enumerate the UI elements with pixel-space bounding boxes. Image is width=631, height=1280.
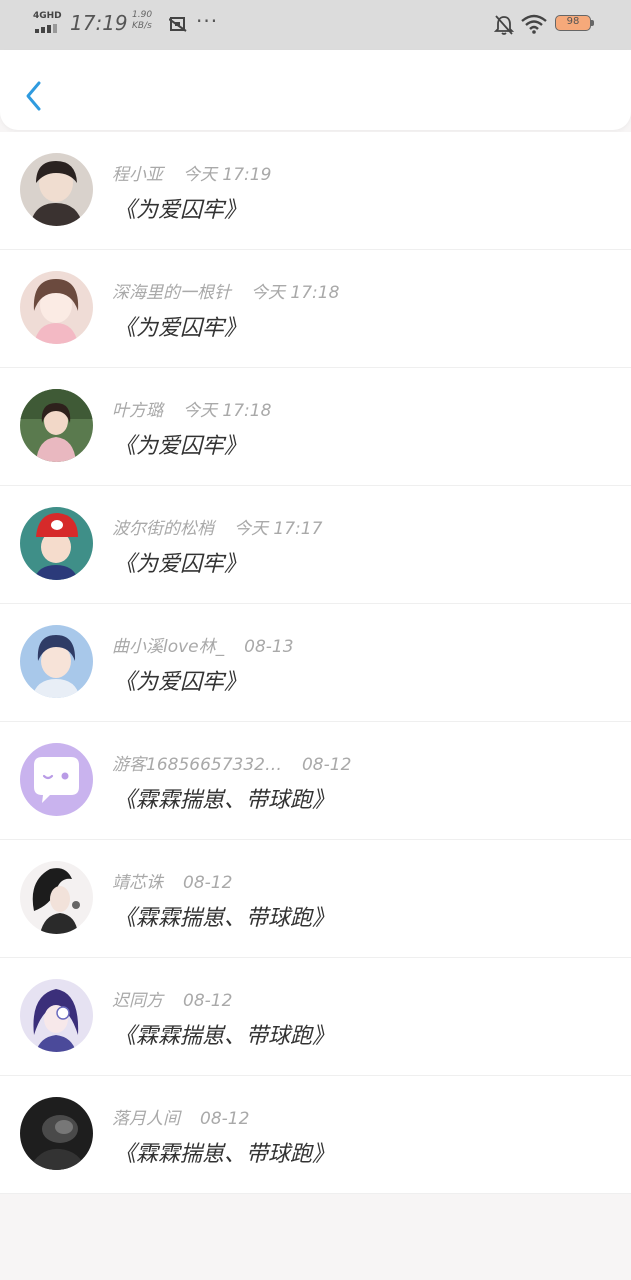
- comment-time: 08-12: [183, 991, 233, 1011]
- list-item[interactable]: 迟同方 08-12 《霖霖揣崽、带球跑》: [0, 958, 631, 1076]
- comment-time: 今天 17:19: [183, 165, 272, 185]
- comment-time: 08-12: [301, 755, 352, 775]
- comment-text: 《为爱囚牢》: [114, 434, 247, 459]
- comment-time: 今天 17:17: [234, 519, 323, 539]
- list-item[interactable]: 游客16856657332… 08-12 《霖霖揣崽、带球跑》: [0, 722, 631, 840]
- comment-time: 今天 17:18: [251, 283, 340, 303]
- comment-username: 波尔街的松梢: [112, 519, 214, 539]
- battery-icon: 98: [555, 15, 595, 33]
- bell-muted-icon: [494, 15, 514, 35]
- clock: 17:19: [70, 11, 128, 35]
- comment-username: 落月人间: [112, 1109, 180, 1129]
- comment-username: 游客16856657332…: [112, 755, 282, 775]
- comment-text: 《霖霖揣崽、带球跑》: [114, 906, 335, 931]
- comment-text: 《霖霖揣崽、带球跑》: [114, 1142, 335, 1167]
- comment-text: 《为爱囚牢》: [114, 198, 247, 223]
- chevron-left-icon: [26, 81, 41, 111]
- status-bar: 4GHD 17:19 1.90 KB/s ··· 98: [0, 0, 631, 50]
- comment-username: 曲小溪love林_: [112, 637, 225, 657]
- comment-username: 深海里的一根针: [112, 283, 231, 303]
- comment-text: 《为爱囚牢》: [114, 552, 247, 577]
- list-item[interactable]: 落月人间 08-12 《霖霖揣崽、带球跑》: [0, 1076, 631, 1194]
- comment-username: 靖芯诛: [112, 873, 163, 893]
- comment-username: 迟同方: [112, 991, 163, 1011]
- avatar[interactable]: [20, 153, 93, 226]
- comment-time: 08-13: [244, 637, 294, 657]
- list-item[interactable]: 深海里的一根针 今天 17:18 《为爱囚牢》: [0, 250, 631, 368]
- avatar[interactable]: [20, 271, 93, 344]
- cellular-signal-icon: 4GHD: [33, 11, 63, 35]
- comment-username: 程小亚: [112, 165, 163, 185]
- comment-text: 《霖霖揣崽、带球跑》: [114, 1024, 335, 1049]
- comment-time: 今天 17:18: [183, 401, 272, 421]
- avatar[interactable]: [20, 743, 93, 816]
- network-type: 4GHD: [33, 11, 62, 21]
- list-item[interactable]: 靖芯诛 08-12 《霖霖揣崽、带球跑》: [0, 840, 631, 958]
- network-speed: 1.90 KB/s: [132, 10, 152, 32]
- avatar[interactable]: [20, 507, 93, 580]
- list-item[interactable]: 程小亚 今天 17:19 《为爱囚牢》: [0, 132, 631, 250]
- avatar[interactable]: [20, 1097, 93, 1170]
- comment-text: 《为爱囚牢》: [114, 316, 247, 341]
- battery-level: 98: [566, 16, 580, 27]
- screenshot-icon: [169, 17, 187, 32]
- comment-text: 《霖霖揣崽、带球跑》: [114, 788, 335, 813]
- list-item[interactable]: 波尔街的松梢 今天 17:17 《为爱囚牢》: [0, 486, 631, 604]
- avatar[interactable]: [20, 979, 93, 1052]
- comment-text: 《为爱囚牢》: [114, 670, 247, 695]
- avatar[interactable]: [20, 389, 93, 462]
- comment-time: 08-12: [200, 1109, 250, 1129]
- list-item[interactable]: 曲小溪love林_ 08-13 《为爱囚牢》: [0, 604, 631, 722]
- comment-list: 程小亚 今天 17:19 《为爱囚牢》 深海里的一根针 今天 17:18 《为爱囚牢…: [0, 132, 631, 1194]
- network-speed-value: 1.90: [132, 10, 153, 20]
- wifi-icon: [521, 14, 547, 34]
- network-speed-unit: KB/s: [132, 21, 152, 31]
- comment-time: 08-12: [183, 873, 233, 893]
- comment-username: 叶方璐: [112, 401, 163, 421]
- more-notifications-icon: ···: [196, 9, 219, 33]
- list-item[interactable]: 叶方璐 今天 17:18 《为爱囚牢》: [0, 368, 631, 486]
- back-button[interactable]: [20, 78, 48, 114]
- avatar[interactable]: [20, 625, 93, 698]
- avatar[interactable]: [20, 861, 93, 934]
- header-bar: [0, 50, 631, 130]
